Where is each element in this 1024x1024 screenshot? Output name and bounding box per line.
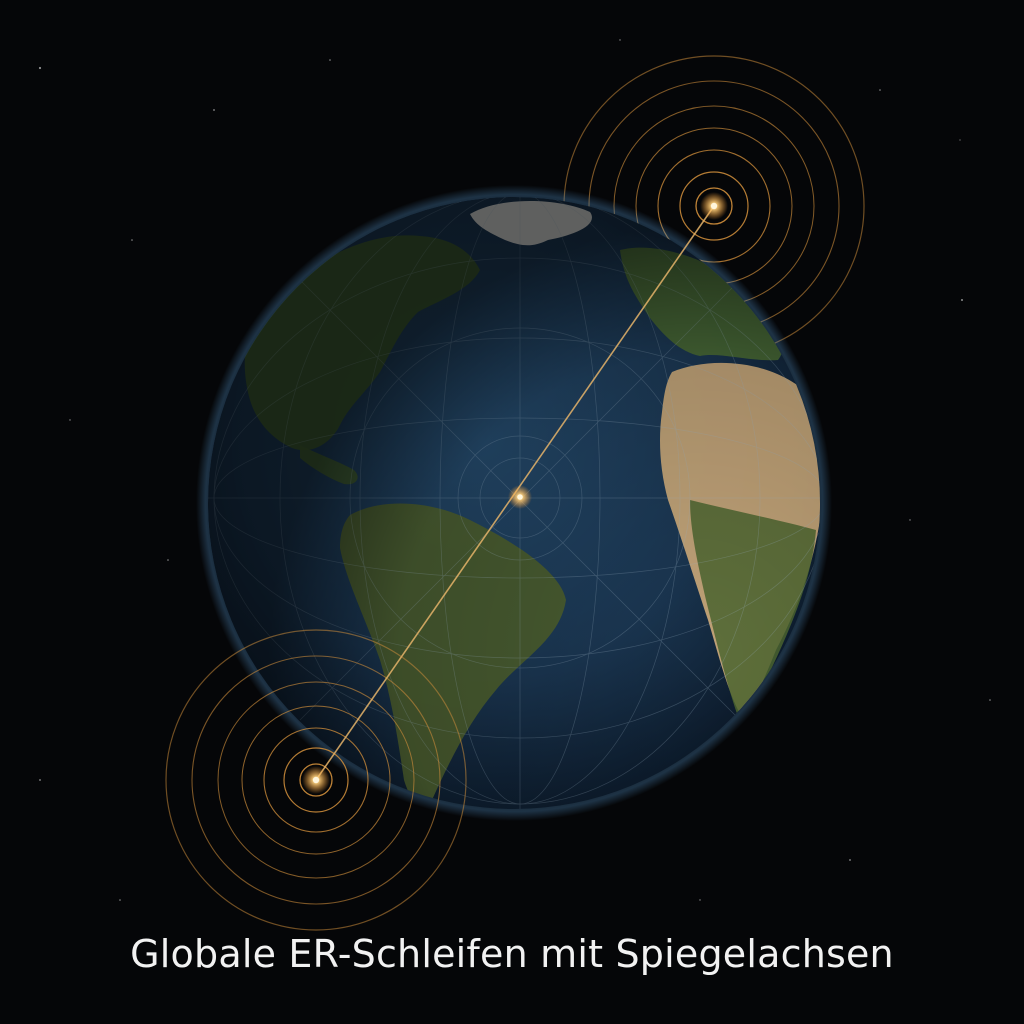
glowing-node-icon [700,192,728,220]
caption: Globale ER-Schleifen mit Spiegelachsen [130,932,894,976]
globe-scene [38,39,991,931]
glowing-node-icon [302,766,330,794]
glowing-node-icon [508,485,532,509]
